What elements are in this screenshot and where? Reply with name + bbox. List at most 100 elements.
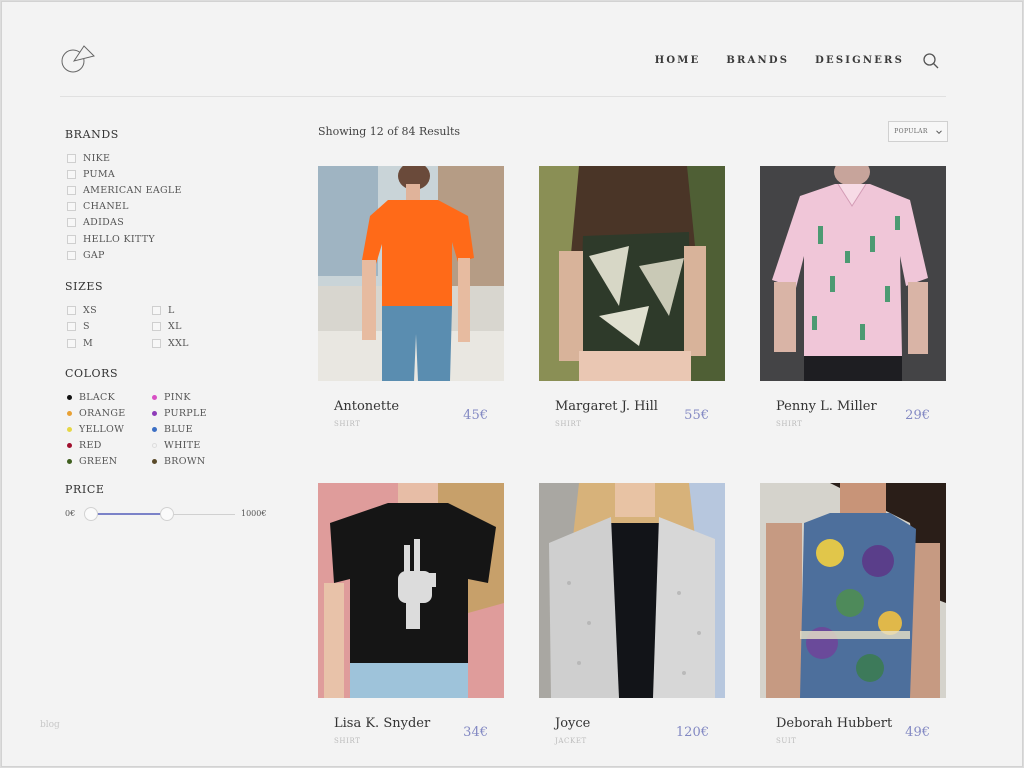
product-category: SHIRT	[334, 737, 361, 745]
price-max-handle[interactable]	[160, 507, 174, 522]
color-swatch	[67, 458, 72, 464]
brand-filter-list: NIKE PUMA AMERICAN EAGLE CHANEL ADIDAS H…	[65, 150, 285, 263]
price-min-handle[interactable]	[84, 507, 98, 522]
sort-dropdown[interactable]: POPULAR	[888, 121, 948, 142]
product-image[interactable]	[760, 483, 946, 698]
color-swatch	[152, 394, 157, 400]
main-nav: HOME BRANDS DESIGNERS	[655, 55, 904, 66]
size-option-m[interactable]: M	[65, 335, 150, 351]
product-price: 120€	[675, 725, 709, 740]
product-category: JACKET	[555, 737, 587, 745]
color-option-purple[interactable]: PURPLE	[150, 405, 235, 421]
checkbox[interactable]	[67, 218, 76, 228]
search-icon[interactable]	[922, 52, 940, 70]
product-card[interactable]: Deborah Hubbert SUIT 49€	[760, 483, 946, 753]
checkbox[interactable]	[152, 306, 161, 315]
product-name[interactable]: Lisa K. Snyder	[334, 716, 430, 731]
product-card[interactable]: Lisa K. Snyder SHIRT 34€	[318, 483, 504, 753]
product-name[interactable]: Penny L. Miller	[776, 399, 877, 414]
product-category: SHIRT	[555, 420, 582, 428]
price-min-label: 0€	[65, 509, 76, 519]
color-option-pink[interactable]: PINK	[150, 389, 235, 405]
color-option-green[interactable]: GREEN	[65, 453, 150, 469]
brand-option-chanel[interactable]: CHANEL	[65, 199, 285, 215]
slider-range-fill	[91, 513, 167, 516]
product-photo-palm-top	[539, 166, 725, 381]
size-option-xl[interactable]: XL	[150, 319, 235, 335]
color-swatch	[152, 410, 157, 416]
product-photo-orange-tee	[318, 166, 504, 381]
product-card[interactable]: Antonette SHIRT 45€	[318, 166, 504, 436]
size-option-s[interactable]: S	[65, 319, 150, 335]
color-filter-list: BLACK PINK ORANGE PURPLE YELLOW BLUE RED…	[65, 389, 285, 469]
checkbox[interactable]	[67, 306, 76, 315]
checkbox[interactable]	[152, 322, 161, 332]
color-option-brown[interactable]: BROWN	[150, 453, 235, 469]
checkbox[interactable]	[67, 234, 76, 244]
brand-option-adidas[interactable]: ADIDAS	[65, 215, 285, 231]
brand-option-gap[interactable]: GAP	[65, 247, 285, 263]
product-category: SUIT	[776, 737, 797, 745]
color-option-yellow[interactable]: YELLOW	[65, 421, 150, 437]
product-name[interactable]: Deborah Hubbert	[776, 716, 892, 731]
color-option-orange[interactable]: ORANGE	[65, 405, 150, 421]
checkbox[interactable]	[67, 153, 76, 163]
product-image[interactable]	[318, 166, 504, 381]
product-name[interactable]: Antonette	[334, 399, 399, 414]
brand-option-puma[interactable]: PUMA	[65, 166, 285, 182]
size-filter-list: XS L S XL M XXL	[65, 302, 285, 351]
product-image[interactable]	[539, 483, 725, 698]
product-image[interactable]	[760, 166, 946, 381]
product-category: SHIRT	[334, 420, 361, 428]
brands-title: BRANDS	[65, 128, 119, 141]
product-price: 29€	[905, 408, 930, 423]
price-title: PRICE	[65, 483, 105, 497]
color-swatch	[152, 442, 157, 448]
colors-title: COLORS	[65, 367, 119, 381]
brand-option-hello-kitty[interactable]: HELLO KITTY	[65, 231, 285, 247]
product-image[interactable]	[318, 483, 504, 698]
checkbox[interactable]	[67, 169, 76, 179]
brand-option-american-eagle[interactable]: AMERICAN EAGLE	[65, 182, 285, 198]
product-photo-skeleton-tee	[318, 483, 504, 698]
logo[interactable]	[60, 42, 98, 76]
product-price: 45€	[463, 408, 488, 423]
nav-designers[interactable]: DESIGNERS	[815, 55, 904, 66]
color-swatch	[67, 410, 72, 416]
color-swatch	[67, 394, 72, 400]
checkbox[interactable]	[67, 322, 76, 332]
product-card[interactable]: Joyce JACKET 120€	[539, 483, 725, 753]
nav-brands[interactable]: BRANDS	[726, 55, 789, 66]
product-name[interactable]: Margaret J. Hill	[555, 399, 658, 414]
price-max-label: 1000€	[241, 509, 267, 519]
sizes-title: SIZES	[65, 280, 104, 294]
product-card[interactable]: Margaret J. Hill SHIRT 55€	[539, 166, 725, 436]
product-category: SHIRT	[776, 420, 803, 428]
product-photo-cactus-shirt	[760, 166, 946, 381]
color-option-red[interactable]: RED	[65, 437, 150, 453]
blog-link[interactable]: blog	[40, 720, 60, 730]
nav-home[interactable]: HOME	[655, 55, 701, 66]
checkbox[interactable]	[67, 250, 76, 260]
color-option-black[interactable]: BLACK	[65, 389, 150, 405]
chevron-down-icon	[935, 129, 942, 134]
price-range-slider[interactable]: 0€ 1000€	[65, 505, 285, 525]
color-swatch	[152, 458, 157, 464]
checkbox[interactable]	[67, 202, 76, 212]
product-image[interactable]	[539, 166, 725, 381]
brand-option-nike[interactable]: NIKE	[65, 150, 285, 166]
size-option-l[interactable]: L	[150, 302, 235, 318]
color-option-white[interactable]: WHITE	[150, 437, 235, 453]
filter-sidebar: BRANDS NIKE PUMA AMERICAN EAGLE CHANEL A…	[65, 128, 285, 525]
size-option-xxl[interactable]: XXL	[150, 335, 235, 351]
checkbox[interactable]	[67, 185, 76, 195]
size-option-xs[interactable]: XS	[65, 302, 150, 318]
checkbox[interactable]	[152, 338, 161, 348]
product-photo-floral-dress	[760, 483, 946, 698]
product-photo-knit-jacket	[539, 483, 725, 698]
results-count: Showing 12 of 84 Results	[318, 125, 461, 138]
product-card[interactable]: Penny L. Miller SHIRT 29€	[760, 166, 946, 436]
product-name[interactable]: Joyce	[555, 716, 590, 731]
checkbox[interactable]	[67, 338, 76, 348]
color-option-blue[interactable]: BLUE	[150, 421, 235, 437]
